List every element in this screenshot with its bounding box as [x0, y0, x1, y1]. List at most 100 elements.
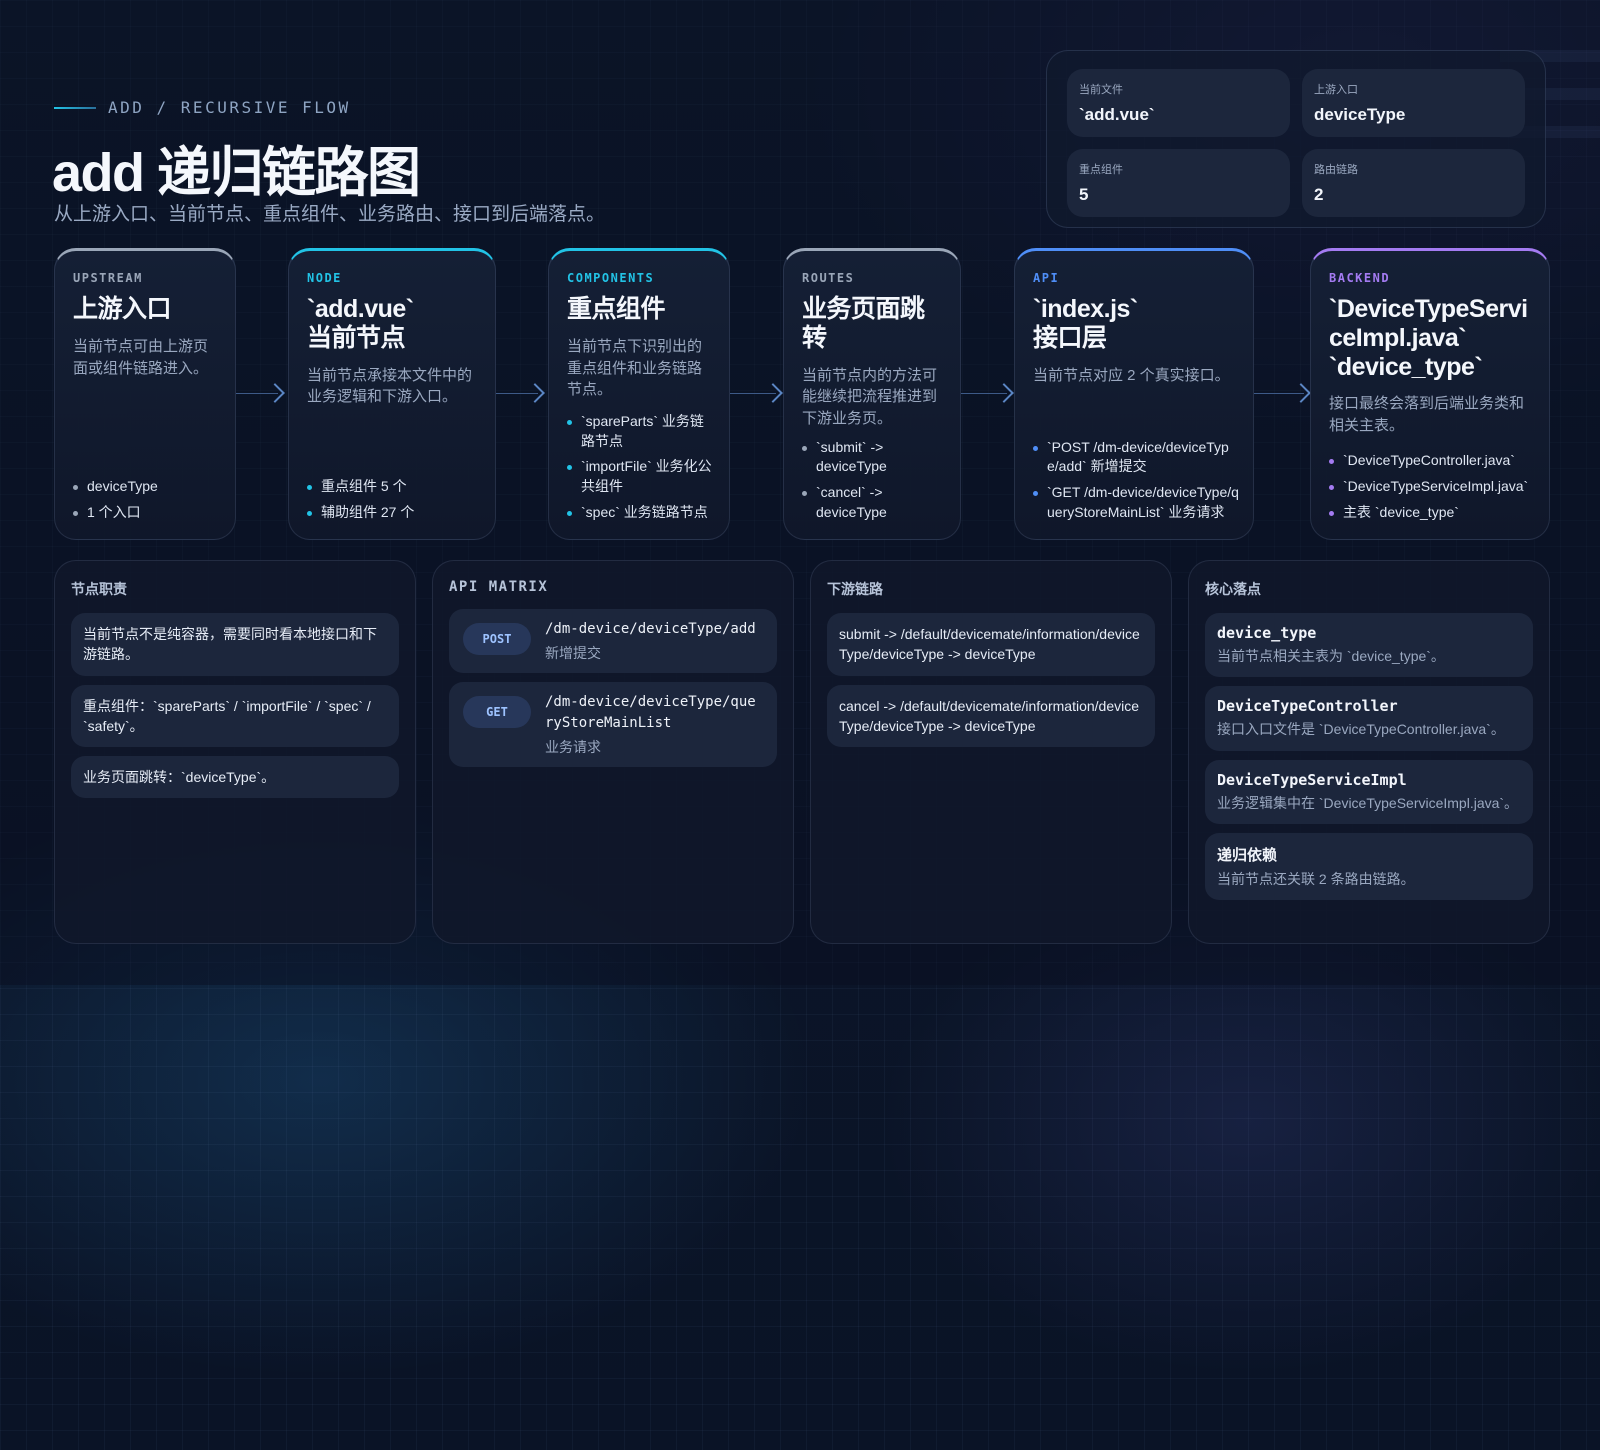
stat-label: 路由链路 [1314, 164, 1358, 176]
list-item: 当前节点不是纯容器，需要同时看本地接口和下游链路。 [71, 613, 399, 676]
list-item: deviceType [73, 477, 221, 497]
stat-value: `add.vue` [1079, 105, 1155, 124]
list-item: `cancel` -> deviceType [802, 483, 946, 523]
panel-heading: API MATRIX [449, 579, 549, 595]
list-item: `spareParts` 业务链路节点 [567, 412, 715, 452]
list-item: 重点组件：`spareParts` / `importFile` / `spec… [71, 684, 399, 748]
card-list: deviceType 1 个入口 [73, 471, 221, 523]
list-item: `DeviceTypeController.java` [1329, 451, 1535, 471]
list-item: 主表 `device_type` [1329, 503, 1535, 523]
flow-arrow-icon [496, 382, 545, 406]
card-description: 当前节点下识别出的重点组件和业务链路节点。 [567, 337, 703, 399]
item-title: DeviceTypeController [1217, 697, 1398, 716]
item-title: 递归依赖 [1217, 846, 1278, 864]
list-item: DeviceTypeController 接口入口文件是 `DeviceType… [1205, 686, 1533, 751]
list-item: 业务页面跳转：`deviceType`。 [71, 756, 399, 799]
item-text: 业务页面跳转：`deviceType`。 [83, 769, 276, 786]
card-list: `DeviceTypeController.java` `DeviceTypeS… [1329, 445, 1535, 523]
list-item: `importFile` 业务化公共组件 [567, 457, 715, 497]
item-text: 当前节点不是纯容器，需要同时看本地接口和下游链路。 [83, 626, 377, 663]
card-list: 重点组件 5 个 辅助组件 27 个 [307, 471, 481, 523]
card-description: 当前节点对应 2 个真实接口。 [1033, 366, 1230, 384]
list-item: submit -> /default/devicemate/informatio… [827, 613, 1155, 676]
card-tag: NODE [307, 271, 342, 285]
card-title-line: `index.js` 接口层 [1033, 295, 1138, 352]
flow-arrow-icon [1254, 382, 1311, 406]
flow-arrow-icon [961, 382, 1014, 406]
card-tag: UPSTREAM [73, 271, 143, 285]
card-tag: ROUTES [802, 271, 855, 285]
page-subtitle: 从上游入口、当前节点、重点组件、业务路由、接口到后端落点。 [54, 204, 606, 225]
card-list: `POST /dm-device/deviceType/add` 新增提交 `G… [1033, 432, 1239, 524]
stat-value: 2 [1314, 185, 1324, 204]
item-text: submit -> /default/devicemate/informatio… [839, 626, 1140, 663]
list-item: 辅助组件 27 个 [307, 503, 481, 523]
card-list: `submit` -> deviceType `cancel` -> devic… [802, 432, 946, 524]
list-item: device_type 当前节点相关主表为 `device_type`。 [1205, 613, 1533, 678]
panel-api-matrix: API MATRIX POST /dm-device/deviceType/ad… [432, 560, 794, 944]
page-title: add 递归链路图 [52, 143, 421, 203]
card-tag: BACKEND [1329, 271, 1391, 285]
item-title: DeviceTypeServiceImpl [1217, 770, 1407, 789]
list-item: 1 个入口 [73, 503, 221, 523]
flow-arrow-icon [730, 382, 783, 406]
stat-value: 5 [1079, 185, 1089, 204]
panel-downstream: 下游链路 submit -> /default/devicemate/infor… [810, 560, 1172, 944]
card-title-line: `DeviceTypeServiceImpl.java` `device_typ… [1329, 295, 1528, 381]
flow-card-routes: ROUTES 业务页面跳转 当前节点内的方法可能继续把流程推进到下游业务页。 `… [783, 248, 961, 540]
flow-card-upstream: UPSTREAM 上游入口 当前节点可由上游页面或组件链路进入。 deviceT… [54, 248, 236, 540]
list-item: `submit` -> deviceType [802, 438, 946, 478]
card-description: 当前节点可由上游页面或组件链路进入。 [73, 337, 209, 377]
stats-panel: 当前文件 `add.vue` 上游入口 deviceType 重点组件 5 路由… [1046, 50, 1546, 228]
flow-card-node: NODE `add.vue` 当前节点 当前节点承接本文件中的业务逻辑和下游入口… [288, 248, 496, 540]
list-item: `POST /dm-device/deviceType/add` 新增提交 [1033, 438, 1239, 478]
stat-label: 上游入口 [1314, 84, 1358, 96]
eyebrow: ADD / RECURSIVE FLOW [54, 98, 351, 117]
api-row: POST /dm-device/deviceType/add 新增提交 [449, 609, 777, 674]
card-title: `index.js` 接口层 [1033, 295, 1235, 353]
item-desc: 当前节点相关主表为 `device_type`。 [1217, 648, 1445, 664]
card-title: `DeviceTypeServiceImpl.java` `device_typ… [1329, 295, 1531, 381]
api-note: 新增提交 [545, 645, 601, 662]
card-tag: COMPONENTS [567, 271, 655, 285]
flow-card-backend: BACKEND `DeviceTypeServiceImpl.java` `de… [1310, 248, 1550, 540]
list-item: `GET /dm-device/deviceType/queryStoreMai… [1033, 483, 1239, 523]
api-path: /dm-device/deviceType/queryStoreMainList [545, 694, 756, 731]
list-item: DeviceTypeServiceImpl 业务逻辑集中在 `DeviceTyp… [1205, 759, 1533, 824]
stat-label: 重点组件 [1079, 164, 1123, 176]
stat-components: 重点组件 5 [1067, 149, 1290, 217]
list-item: `spec` 业务链路节点 [567, 503, 715, 523]
stat-routes: 路由链路 2 [1302, 149, 1525, 217]
list-item: 递归依赖 当前节点还关联 2 条路由链路。 [1205, 832, 1533, 901]
stat-value: deviceType [1314, 105, 1406, 124]
eyebrow-line [54, 106, 96, 109]
card-title: 业务页面跳转 [802, 295, 925, 352]
card-title: `add.vue` 当前节点 [307, 295, 477, 353]
card-description: 当前节点内的方法可能继续把流程推进到下游业务页。 [802, 366, 938, 428]
method-badge: POST [463, 623, 531, 655]
list-item: cancel -> /default/devicemate/informatio… [827, 684, 1155, 748]
card-title: 上游入口 [73, 295, 172, 323]
card-description: 当前节点承接本文件中的业务逻辑和下游入口。 [307, 366, 473, 406]
list-item: 重点组件 5 个 [307, 477, 481, 497]
method-badge: GET [463, 696, 531, 729]
flow-card-components: COMPONENTS 重点组件 当前节点下识别出的重点组件和业务链路节点。 `s… [548, 248, 730, 540]
stat-current-file: 当前文件 `add.vue` [1067, 69, 1290, 137]
panel-heading: 下游链路 [827, 581, 883, 597]
item-desc: 当前节点还关联 2 条路由链路。 [1217, 870, 1415, 887]
api-info: /dm-device/deviceType/add 新增提交 [545, 619, 756, 663]
panel-heading: 核心落点 [1205, 581, 1261, 597]
stat-label: 当前文件 [1079, 84, 1123, 96]
api-path: /dm-device/deviceType/add [545, 621, 756, 637]
item-title: device_type [1217, 624, 1317, 642]
card-title-line: `add.vue` 当前节点 [307, 295, 414, 352]
list-item: `DeviceTypeServiceImpl.java` [1329, 477, 1535, 497]
card-tag: API [1033, 271, 1060, 285]
panel-responsibility: 节点职责 当前节点不是纯容器，需要同时看本地接口和下游链路。 重点组件：`spa… [54, 560, 416, 944]
card-title: 重点组件 [567, 295, 666, 323]
item-text: 重点组件：`spareParts` / `importFile` / `spec… [83, 697, 371, 734]
flow-card-api: API `index.js` 接口层 当前节点对应 2 个真实接口。 `POST… [1014, 248, 1254, 540]
card-list: `spareParts` 业务链路节点 `importFile` 业务化公共组件… [567, 406, 715, 523]
item-desc: 接口入口文件是 `DeviceTypeController.java`。 [1217, 721, 1505, 738]
api-note: 业务请求 [545, 738, 601, 755]
